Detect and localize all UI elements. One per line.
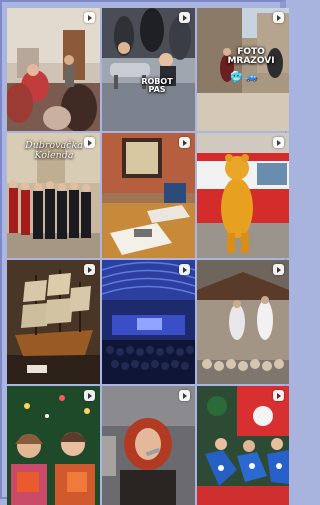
reel-icon [179,264,190,275]
kids-drawings-photo [197,386,289,505]
robot-pas-caption: ROBOT PAS [141,77,173,95]
foto-mrazovi-caption: FOTO MRAZOVI [227,47,275,67]
office-desk-photo [102,133,195,258]
tile-mascot-bus[interactable] [197,133,289,258]
tile-robot-pas[interactable]: ROBOT PAS [102,8,195,131]
reel-icon [273,137,284,148]
media-grid: ROBOT PAS FOTO MRAZOVI 🥶 🚙 Dubrovačka Ko… [7,8,289,505]
reel-icon [84,264,95,275]
tile-dubrovacka-kolenda[interactable]: Dubrovačka Kolenda [7,133,100,258]
family-room-photo [7,8,100,131]
street-photo [197,8,289,131]
emoji-sticker: 🥶 🚙 [230,72,259,83]
mascot-bus-photo [197,133,289,258]
tile-family-room[interactable] [7,8,100,131]
reel-icon [273,264,284,275]
reel-icon [273,390,284,401]
tile-ship-model[interactable] [7,260,100,384]
tile-children-christmas[interactable] [7,386,100,505]
reel-icon [84,137,95,148]
reel-icon [84,12,95,23]
tile-nativity-scene[interactable] [197,260,289,384]
reel-icon [84,390,95,401]
tile-concert-hall[interactable] [102,260,195,384]
singer-photo [102,386,195,505]
tile-singer-microphone[interactable] [102,386,195,505]
robot-dog-photo [102,8,195,131]
reel-icon [273,12,284,23]
tile-kids-drawings[interactable] [197,386,289,505]
children-christmas-photo [7,386,100,505]
reel-icon [179,390,190,401]
reel-icon [179,12,190,23]
reel-icon [179,137,190,148]
ship-model-photo [7,260,100,384]
concert-hall-photo [102,260,195,384]
tile-foto-mrazovi[interactable]: FOTO MRAZOVI 🥶 🚙 [197,8,289,131]
nativity-photo [197,260,289,384]
tile-office-desk[interactable] [102,133,195,258]
